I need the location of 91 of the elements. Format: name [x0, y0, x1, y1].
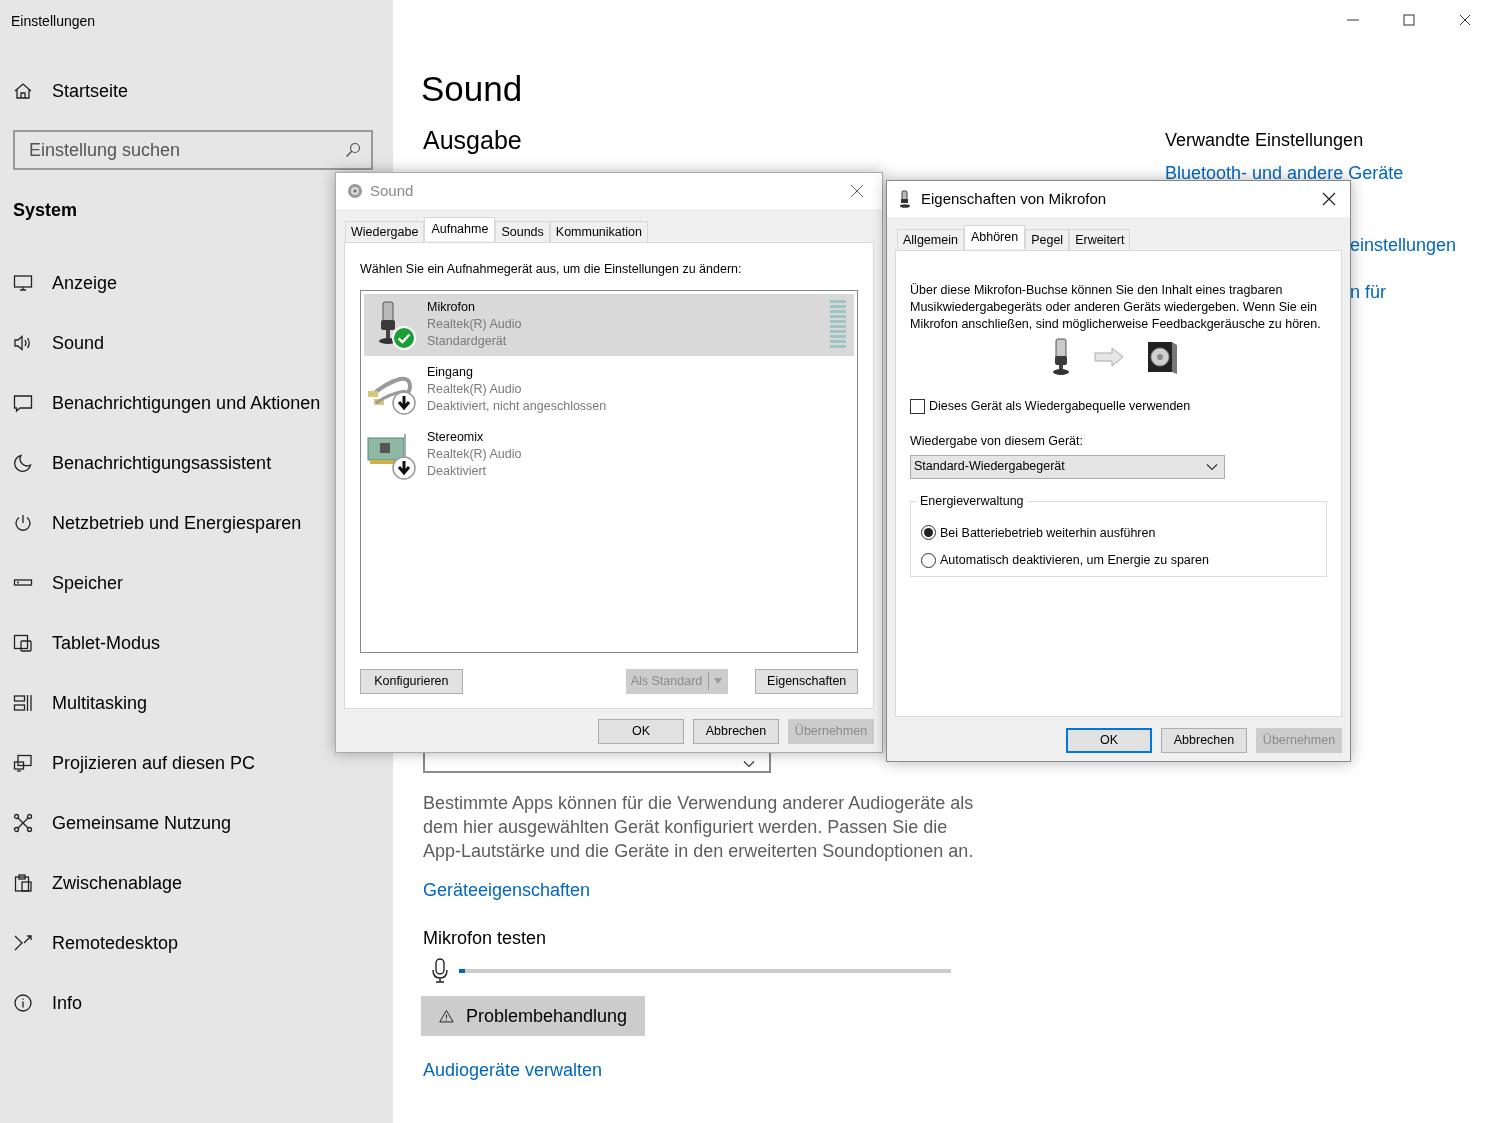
page-title: Sound: [421, 68, 523, 110]
tab[interactable]: Aufnahme: [424, 217, 496, 241]
arrow-right-icon: [1094, 347, 1124, 367]
dialog-button[interactable]: OK: [598, 719, 684, 744]
sidebar-item[interactable]: Netzbetrieb und Energiesparen: [52, 511, 302, 535]
sidebar-item[interactable]: Sound: [52, 331, 105, 355]
dialog-title: Sound: [370, 180, 414, 201]
device-driver: Realtek(R) Audio: [427, 316, 522, 334]
tab[interactable]: Pegel: [1025, 229, 1070, 250]
sidebar-item[interactable]: Gemeinsame Nutzung: [52, 811, 232, 835]
dialog-button[interactable]: Abbrechen: [1161, 728, 1247, 753]
close-icon: [1322, 192, 1336, 206]
moon-icon: [13, 453, 33, 473]
device-name: Stereomix: [427, 429, 484, 447]
dropdown[interactable]: Standard-Wiedergabegerät: [910, 454, 1225, 479]
chevron-down-icon: [1206, 462, 1218, 471]
link[interactable]: Geräteeigenschaften: [423, 878, 591, 902]
microphone-icon: [899, 190, 911, 208]
microphone-icon: [378, 299, 398, 344]
warning-icon: [439, 1007, 454, 1025]
tab[interactable]: Wiedergabe: [345, 221, 425, 242]
sidebar-item[interactable]: Benachrichtigungsassistent: [52, 451, 272, 475]
window-title: Einstellungen: [11, 12, 96, 31]
speaker-icon: [346, 182, 364, 200]
message-icon: [13, 393, 33, 413]
dialog-button[interactable]: Eigenschaften: [755, 668, 858, 694]
tab[interactable]: Sounds: [495, 221, 550, 242]
device-driver: Realtek(R) Audio: [427, 381, 522, 399]
search-field[interactable]: Einstellung suchen: [13, 130, 373, 170]
tab[interactable]: Allgemein: [897, 229, 964, 250]
monitor-icon: [13, 273, 33, 293]
device-name: Eingang: [427, 364, 473, 382]
troubleshoot-button[interactable]: Problembehandlung: [421, 996, 645, 1036]
device-status: Deaktiviert, nicht angeschlossen: [427, 398, 607, 416]
sidebar-item[interactable]: Startseite: [52, 79, 129, 103]
device-driver: Realtek(R) Audio: [427, 446, 522, 464]
sidebar-item[interactable]: Remotedesktop: [52, 931, 179, 955]
power-icon: [13, 513, 33, 533]
speaker-icon: [13, 333, 33, 353]
device-status: Deaktiviert: [427, 463, 487, 481]
dialog-button[interactable]: Konfigurieren: [360, 668, 463, 694]
sidebar-item[interactable]: Multitasking: [52, 691, 148, 715]
home-icon: [13, 81, 33, 101]
tab[interactable]: Abhören: [963, 225, 1026, 249]
share-icon: [13, 813, 33, 833]
device-status: Standardgerät: [427, 333, 507, 351]
sidebar-item[interactable]: Info: [52, 991, 83, 1015]
projector-icon: [13, 753, 33, 773]
sidebar-item[interactable]: Speicher: [52, 571, 124, 595]
description-text: Bestimmte Apps können für die Verwendung anderer Audiogeräte als dem hier ausgewählten Gerät konfiguriert werden. Passen Sie die App-Lautstärke und die Geräte in den erweiterten Soundoptionen an.: [423, 792, 975, 863]
speaker-icon: [1146, 339, 1178, 375]
link[interactable]: Audiogeräte verwalten: [423, 1058, 603, 1082]
description-text: Über diese Mikrofon-Buchse können Sie den Inhalt eines tragbaren Musikwiedergabegeräts oder anderen Geräts wiedergeben. Wenn Sie ein Mikrofon anschließen, sind möglicherweise Feedbackgeräusche zu hören.: [910, 282, 1322, 333]
tab[interactable]: Erweitert: [1069, 229, 1131, 250]
sidebar-item[interactable]: Benachrichtigungen und Aktionen: [52, 391, 321, 415]
section-heading: Mikrofon testen: [423, 927, 547, 950]
info-icon: [13, 993, 33, 1013]
instruction-text: Wählen Sie ein Aufnahmegerät aus, um die Einstellungen zu ändern:: [360, 261, 742, 278]
sidebar-item[interactable]: Zwischenablage: [52, 871, 183, 895]
level-meter-icon: [830, 299, 846, 350]
dialog-button[interactable]: Abbrechen: [693, 719, 779, 744]
radio-label[interactable]: Automatisch deaktivieren, um Energie zu sparen: [940, 551, 1209, 570]
link[interactable]: n für: [1350, 280, 1387, 304]
sidebar-item[interactable]: Anzeige: [52, 271, 118, 295]
dialog-title: Eigenschaften von Mikrofon: [921, 188, 1107, 209]
tab[interactable]: Kommunikation: [549, 221, 648, 242]
search-icon: [345, 142, 361, 158]
microphone-icon: [431, 958, 449, 984]
chevron-down-icon: [743, 760, 755, 768]
field-label: Wiedergabe von diesem Gerät:: [910, 432, 1083, 450]
radio-button[interactable]: [921, 553, 936, 569]
section-heading: Ausgabe: [423, 125, 522, 156]
dialog-button[interactable]: OK: [1066, 728, 1152, 753]
tablet-icon: [13, 633, 33, 653]
device-item[interactable]: Mikrofon Realtek(R) Audio Standardgerät: [364, 293, 854, 356]
close-icon: [850, 184, 864, 198]
radio-label[interactable]: Bei Batteriebetrieb weiterhin ausführen: [940, 523, 1156, 543]
multitask-icon: [13, 693, 33, 713]
clipboard-icon: [13, 873, 33, 893]
sidebar-item[interactable]: Projizieren auf diesen PC: [52, 751, 256, 775]
link[interactable]: einstellungen: [1350, 233, 1457, 257]
checkbox-label[interactable]: Dieses Gerät als Wiedergabequelle verwenden: [929, 397, 1191, 416]
section-heading: Verwandte Einstellungen: [1165, 129, 1364, 152]
remote-icon: [13, 933, 33, 953]
radio-button[interactable]: [921, 525, 936, 541]
minimize-icon: [1347, 19, 1359, 21]
section-heading: System: [13, 199, 78, 222]
device-name: Mikrofon: [427, 299, 475, 317]
sidebar-item[interactable]: Tablet-Modus: [52, 631, 161, 655]
checkbox[interactable]: [910, 398, 925, 414]
microphone-icon: [1050, 338, 1072, 376]
